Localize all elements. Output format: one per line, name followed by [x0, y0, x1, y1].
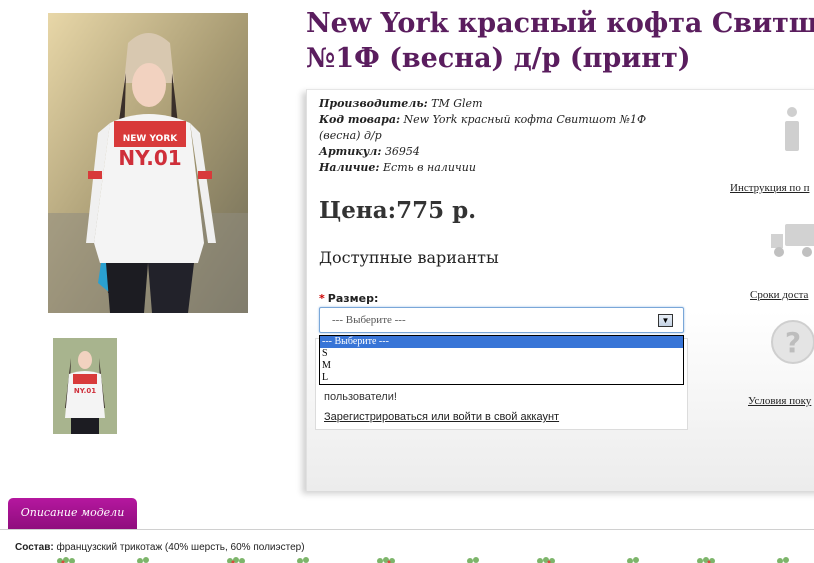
purchase-terms-link[interactable]: Условия поку [748, 395, 811, 407]
size-label: * Размер: [319, 292, 378, 305]
delivery-link[interactable]: Сроки доста [750, 289, 808, 301]
article-label: Артикул: [319, 145, 382, 158]
size-option[interactable]: M [320, 360, 683, 372]
composition-label: Состав: [15, 542, 54, 553]
instruction-link[interactable]: Инструкция по п [730, 182, 809, 194]
manufacturer-row: Производитель: ТМ Glem [319, 96, 659, 112]
product-code-value: New York красный кофта Свитшот №1Ф [403, 113, 647, 126]
manufacturer-value: ТМ Glem [431, 97, 483, 110]
size-option[interactable]: L [320, 372, 683, 384]
availability-row: Наличие: Есть в наличии [319, 160, 659, 176]
product-title-line2: №1Ф (весна) д/р (принт) [306, 43, 691, 74]
product-title-line1: New York красный кофта Свитшот [306, 8, 814, 39]
size-dropdown-list[interactable]: --- Выберите --- S M L [319, 335, 684, 385]
tab-description[interactable]: Описание модели [8, 498, 137, 530]
product-title: New York красный кофта Свитшот №1Ф (весн… [306, 6, 814, 76]
product-code-row: Код товара: New York красный кофта Свитш… [319, 112, 659, 128]
svg-text:NY.01: NY.01 [118, 146, 181, 170]
size-option[interactable]: --- Выберите --- [320, 336, 683, 348]
product-code-label: Код товара: [319, 113, 401, 126]
garland-decoration [57, 557, 789, 563]
product-info-panel: Производитель: ТМ Glem Код товара: New Y… [306, 89, 814, 491]
product-thumbnail[interactable]: NY.01 [53, 338, 117, 434]
question-icon[interactable]: ? [770, 319, 814, 370]
product-price: Цена:775 р. [319, 197, 477, 224]
info-icon[interactable] [777, 106, 807, 157]
svg-text:NEW YORK: NEW YORK [123, 134, 179, 144]
svg-text:?: ? [785, 326, 801, 359]
tab-divider [0, 529, 814, 530]
login-link[interactable]: Зарегистрироваться или войти в свой акка… [324, 411, 559, 423]
article-row: Артикул: 36954 [319, 144, 659, 160]
composition-value: французский трикотаж (40% шерсть, 60% по… [56, 542, 305, 553]
thumbnail-image: NY.01 [53, 338, 117, 434]
product-meta: Производитель: ТМ Glem Код товара: New Y… [319, 96, 659, 176]
availability-label: Наличие: [319, 161, 380, 174]
truck-icon[interactable] [769, 220, 814, 265]
size-option[interactable]: S [320, 348, 683, 360]
product-code-row-2: (весна) д/р [319, 129, 382, 142]
size-select[interactable]: --- Выберите --- ▼ [319, 307, 684, 333]
composition-text: Состав: французский трикотаж (40% шерсть… [15, 542, 305, 553]
product-photo-image: NEW YORK NY.01 [48, 13, 248, 313]
size-label-text: Размер: [327, 292, 379, 305]
product-main-photo[interactable]: NEW YORK NY.01 [48, 13, 248, 313]
variants-heading: Доступные варианты [319, 248, 499, 267]
chevron-down-icon[interactable]: ▼ [658, 314, 673, 327]
required-mark: * [319, 292, 325, 305]
availability-value: Есть в наличии [383, 161, 476, 174]
size-select-value: --- Выберите --- [332, 314, 406, 326]
svg-text:NY.01: NY.01 [74, 387, 96, 395]
manufacturer-label: Производитель: [319, 97, 428, 110]
article-value: 36954 [384, 145, 420, 158]
login-message: пользователи! [324, 391, 397, 403]
